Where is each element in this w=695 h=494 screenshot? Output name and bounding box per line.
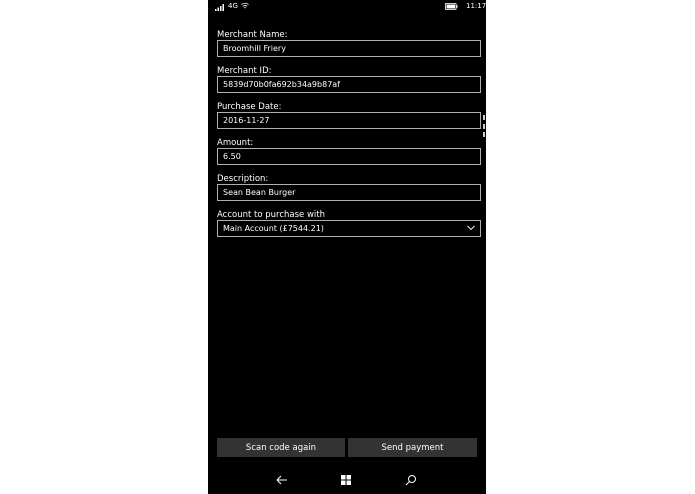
merchant-name-label: Merchant Name:	[217, 30, 288, 40]
amount-value: 6.50	[223, 152, 241, 161]
amount-label: Amount:	[217, 138, 254, 148]
scroll-indicator	[483, 115, 485, 137]
merchant-id-field[interactable]: 5839d70b0fa692b34a9b87af	[217, 76, 481, 93]
search-icon[interactable]	[405, 474, 417, 486]
description-field[interactable]: Sean Bean Burger	[217, 184, 481, 201]
chevron-down-icon	[467, 225, 475, 231]
clock: 11:17	[466, 2, 486, 10]
description-value: Sean Bean Burger	[223, 188, 296, 197]
account-select[interactable]: Main Account (£7544.21)	[217, 220, 481, 237]
purchase-date-value: 2016-11-27	[223, 116, 270, 125]
wifi-icon	[241, 2, 249, 9]
merchant-name-value: Broomhill Friery	[223, 44, 286, 53]
account-value: Main Account (£7544.21)	[223, 224, 324, 233]
purchase-date-label: Purchase Date:	[217, 102, 282, 112]
send-payment-button[interactable]: Send payment	[348, 438, 477, 457]
description-label: Description:	[217, 174, 269, 184]
purchase-date-field[interactable]: 2016-11-27	[217, 112, 481, 129]
scan-code-again-button[interactable]: Scan code again	[217, 438, 345, 457]
status-bar: 4G 11:17	[208, 0, 486, 14]
amount-field[interactable]: 6.50	[217, 148, 481, 165]
battery-icon	[445, 3, 458, 10]
account-label: Account to purchase with	[217, 210, 326, 220]
back-arrow-icon[interactable]	[276, 474, 288, 486]
signal-icon	[215, 4, 224, 11]
windows-start-icon[interactable]	[340, 474, 352, 486]
navigation-bar	[208, 466, 486, 494]
phone-screen: 4G 11:17 Merchant Name: Broomhill Friery…	[208, 0, 486, 494]
merchant-id-label: Merchant ID:	[217, 66, 272, 76]
merchant-name-field[interactable]: Broomhill Friery	[217, 40, 481, 57]
merchant-id-value: 5839d70b0fa692b34a9b87af	[223, 80, 340, 89]
network-type: 4G	[228, 2, 238, 10]
